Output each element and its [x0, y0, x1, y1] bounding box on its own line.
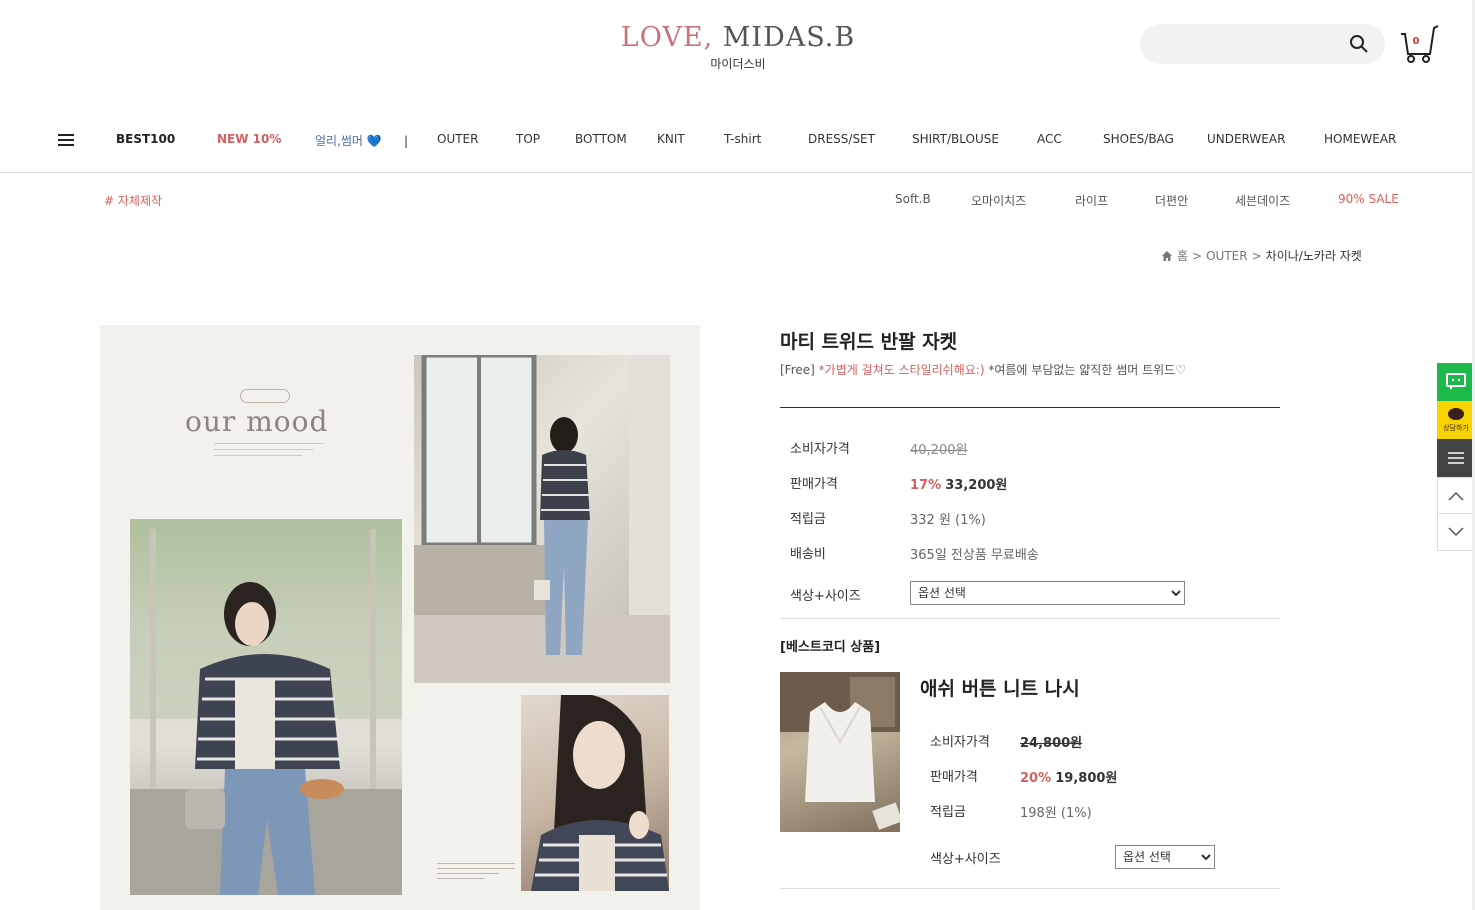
sub-nav-sevendays[interactable]: 세븐데이즈 — [1235, 192, 1290, 209]
chevron-down-icon — [1448, 527, 1464, 537]
sub-nav-ohmycheese[interactable]: 오마이치즈 — [971, 192, 1026, 209]
sub-nav-sale[interactable]: 90% SALE — [1338, 192, 1399, 206]
option-label: 색상+사이즈 — [790, 589, 861, 604]
nav-item-best100[interactable]: BEST100 — [116, 132, 175, 146]
logo-subtitle: 마이더스비 — [710, 57, 766, 71]
product-desc-highlight: *가볍게 걸쳐도 스타일리쉬해요:) — [818, 363, 985, 377]
best-sale-price-value: 19,800원 — [1055, 771, 1118, 786]
brand-logo[interactable]: LOVE, MIDAS.B 마이더스비 — [600, 22, 876, 72]
nav-item-homewear[interactable]: HOMEWEAR — [1324, 132, 1396, 146]
nav-item-acc[interactable]: ACC — [1037, 132, 1062, 146]
breadcrumb-current: 차이나/노카라 자켓 — [1265, 249, 1362, 263]
best-points-value: 198원 (1%) — [1020, 806, 1092, 821]
sale-price-label: 판매가격 — [790, 477, 838, 492]
cart-button[interactable]: 0 — [1398, 24, 1440, 66]
search-input[interactable] — [1158, 33, 1338, 55]
model-photo-window — [414, 355, 670, 683]
points-value: 332 원 (1%) — [910, 513, 986, 528]
best-codi-title: [베스트코디 상품] — [780, 640, 881, 655]
list-menu-icon — [1448, 452, 1464, 464]
sub-nav-own-production[interactable]: # 자체제작 — [104, 192, 162, 209]
breadcrumb-home[interactable]: 홈 — [1177, 247, 1188, 264]
nav-item-early-summer[interactable]: 얼리,썸머 💙 — [315, 132, 382, 149]
best-points-label: 적립금 — [930, 805, 966, 820]
talk-button[interactable] — [1437, 363, 1475, 401]
best-sale-discount: 20% — [1020, 771, 1052, 786]
sale-price-value: 33,200원 — [945, 478, 1008, 493]
breadcrumb: 홈 > OUTER > 차이나/노카라 자켓 — [1161, 247, 1362, 264]
model-photo-closeup — [521, 695, 669, 891]
logo-text: LOVE, MIDAS.B — [600, 22, 876, 53]
nav-item-dress-set[interactable]: DRESS/SET — [808, 132, 875, 146]
breadcrumb-sep: > — [1251, 248, 1262, 263]
breadcrumb-category[interactable]: OUTER — [1206, 249, 1247, 263]
sale-discount: 17% — [910, 478, 942, 493]
scroll-top-button[interactable] — [1437, 477, 1475, 515]
logo-love: LOVE, — [620, 22, 714, 53]
option-select[interactable]: 옵션 선택 — [910, 581, 1185, 605]
points-label: 적립금 — [790, 512, 826, 527]
best-codi-thumbnail[interactable] — [780, 672, 900, 832]
mood-caption — [214, 443, 324, 461]
kakao-talk-icon — [1448, 407, 1464, 420]
cart-count: 0 — [1412, 36, 1420, 47]
sale-price: 17% 33,200원 — [910, 474, 1007, 493]
nav-item-shoes-bag[interactable]: SHOES/BAG — [1103, 132, 1174, 146]
sub-nav-comfort[interactable]: 더편안 — [1155, 192, 1188, 209]
model-photo-front — [130, 519, 402, 895]
search-box — [1140, 24, 1385, 64]
nav-divider-line — [0, 172, 1475, 173]
mood-title: our mood — [185, 405, 329, 438]
nav-item-underwear[interactable]: UNDERWEAR — [1207, 132, 1285, 146]
sub-nav-softb[interactable]: Soft.B — [895, 192, 931, 206]
chevron-up-icon — [1448, 491, 1464, 501]
shipping-label: 배송비 — [790, 547, 826, 562]
info-divider-2 — [780, 618, 1280, 619]
nav-item-new[interactable]: NEW 10% — [217, 132, 281, 146]
menu-icon[interactable] — [58, 134, 74, 148]
nav-item-bottom[interactable]: BOTTOM — [575, 132, 627, 146]
consumer-price-label: 소비자가격 — [790, 442, 850, 457]
nav-item-tshirt[interactable]: T-shirt — [724, 132, 761, 146]
product-title: 마티 트위드 반팔 자켓 — [780, 331, 958, 353]
quick-menu-button[interactable] — [1437, 439, 1475, 477]
shipping-value: 365일 전상품 무료배송 — [910, 548, 1039, 563]
kakao-consult-button[interactable]: 상담하기 — [1437, 401, 1475, 439]
nav-item-knit[interactable]: KNIT — [657, 132, 685, 146]
best-option-label: 색상+사이즈 — [930, 852, 1001, 867]
logo-brand: MIDAS.B — [722, 22, 856, 53]
collage-caption — [437, 863, 515, 883]
kakao-consult-label: 상담하기 — [1443, 423, 1469, 432]
product-main-image[interactable]: our mood — [100, 325, 700, 910]
best-option-select[interactable]: 옵션 선택 — [1115, 845, 1215, 869]
nav-divider: | — [404, 134, 409, 148]
search-icon[interactable] — [1349, 34, 1369, 54]
scroll-bottom-button[interactable] — [1437, 513, 1475, 551]
sub-nav-life[interactable]: 라이프 — [1075, 192, 1108, 209]
home-icon[interactable] — [1161, 250, 1173, 262]
best-consumer-value: 24,800원 — [1020, 736, 1083, 751]
best-sale-label: 판매가격 — [930, 770, 978, 785]
product-desc-size: [Free] — [780, 363, 819, 377]
info-divider — [780, 407, 1280, 408]
chat-icon — [1446, 373, 1466, 390]
product-description: [Free] *가볍게 걸쳐도 스타일리쉬해요:) *여름에 부담없는 얇직한 … — [780, 361, 1186, 378]
nav-item-outer[interactable]: OUTER — [437, 132, 478, 146]
best-consumer-label: 소비자가격 — [930, 735, 990, 750]
nav-item-shirt-blouse[interactable]: SHIRT/BLOUSE — [912, 132, 999, 146]
nav-item-top[interactable]: TOP — [516, 132, 540, 146]
best-sale-price: 20% 19,800원 — [1020, 767, 1117, 786]
product-desc-rest: *여름에 부담없는 얇직한 썸머 트위드♡ — [984, 363, 1186, 377]
consumer-price-value: 40,200원 — [910, 443, 968, 458]
info-divider-3 — [780, 888, 1280, 889]
best-codi-name[interactable]: 애쉬 버튼 니트 나시 — [920, 674, 1080, 701]
mood-badge — [240, 389, 290, 403]
breadcrumb-sep: > — [1192, 248, 1203, 263]
